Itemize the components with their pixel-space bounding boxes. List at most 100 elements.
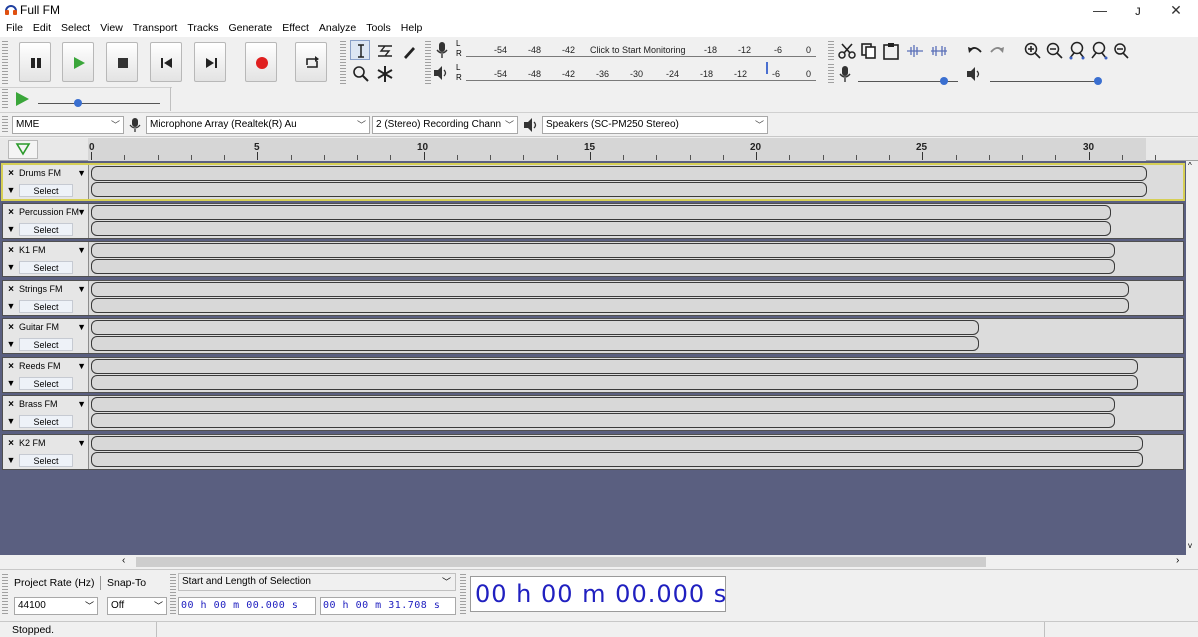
collapse-track-icon[interactable]: ▼ (5, 454, 17, 467)
track-name-menu[interactable]: Percussion FM ▼ (19, 206, 87, 219)
menu-tools[interactable]: Tools (361, 20, 396, 37)
snap-to-select[interactable]: Off ﹀ (107, 597, 167, 615)
recording-device-select[interactable]: Microphone Array (Realtek(R) Au ﹀ (146, 116, 370, 134)
paste-button[interactable] (880, 40, 900, 60)
time-toolbar-grip[interactable] (460, 574, 466, 616)
track-select-button[interactable]: Select (19, 261, 73, 274)
audio-track[interactable]: × Guitar FM ▼ ▼ Select (2, 318, 1184, 354)
track-select-button[interactable]: Select (19, 222, 73, 236)
track-name-menu[interactable]: Brass FM ▼ (19, 398, 87, 411)
record-button[interactable] (245, 42, 277, 82)
left-channel-waveform[interactable] (91, 320, 979, 335)
right-channel-waveform[interactable] (91, 451, 1143, 467)
close-track-icon[interactable]: × (5, 398, 17, 411)
audio-clip[interactable] (91, 397, 1115, 429)
scroll-down-icon[interactable]: v (1188, 541, 1192, 550)
track-select-button[interactable]: Select (19, 184, 73, 197)
track-control-panel[interactable]: × K2 FM ▼ ▼ Select (3, 434, 89, 469)
left-channel-waveform[interactable] (91, 204, 1111, 220)
menu-effect[interactable]: Effect (277, 20, 314, 37)
collapse-track-icon[interactable]: ▼ (5, 415, 17, 428)
menu-select[interactable]: Select (56, 20, 95, 37)
ruler-track-area[interactable] (88, 138, 1146, 161)
envelope-tool-button[interactable] (374, 40, 394, 60)
right-channel-waveform[interactable] (91, 297, 1129, 313)
close-track-icon[interactable]: × (5, 437, 17, 450)
close-track-icon[interactable]: × (5, 321, 17, 334)
track-name-menu[interactable]: K2 FM ▼ (19, 437, 87, 450)
left-channel-waveform[interactable] (91, 358, 1138, 374)
selection-start-time[interactable]: 00 h 00 m 00.000 s (178, 597, 316, 615)
zoom-in-button[interactable] (1022, 40, 1042, 60)
horizontal-scrollbar-thumb[interactable] (136, 557, 986, 567)
right-channel-waveform[interactable] (91, 336, 979, 351)
close-track-icon[interactable]: × (5, 167, 17, 180)
track-select-button[interactable]: Select (19, 338, 73, 351)
audio-clip[interactable] (91, 320, 979, 352)
multi-tool-button[interactable] (374, 63, 394, 83)
record-meter[interactable]: -54 -48 -42 Click to Start Monitoring -1… (466, 40, 816, 60)
track-select-button[interactable]: Select (19, 299, 73, 313)
track-name-menu[interactable]: Strings FM ▼ (19, 283, 87, 296)
close-button[interactable]: ✕ (1156, 0, 1196, 20)
collapse-track-icon[interactable]: ▼ (5, 377, 17, 390)
pause-button[interactable] (19, 42, 51, 82)
scroll-left-icon[interactable]: ‹ (122, 555, 125, 566)
menu-generate[interactable]: Generate (223, 20, 277, 37)
audio-track[interactable]: × K1 FM ▼ ▼ Select (2, 241, 1184, 277)
scroll-up-icon[interactable]: ^ (1188, 161, 1192, 170)
undo-button[interactable] (964, 40, 984, 60)
selection-mode-select[interactable]: Start and Length of Selection ﹀ (178, 573, 456, 591)
selection-toolbar-grip[interactable] (2, 574, 8, 616)
right-channel-waveform[interactable] (91, 413, 1115, 428)
menu-analyze[interactable]: Analyze (314, 20, 361, 37)
loop-button[interactable] (295, 42, 327, 82)
playback-volume-slider[interactable] (990, 81, 1098, 82)
left-channel-waveform[interactable] (91, 243, 1115, 258)
playback-device-select[interactable]: Speakers (SC-PM250 Stereo) ﹀ (542, 116, 768, 134)
menu-help[interactable]: Help (396, 20, 428, 37)
audio-clip[interactable] (91, 358, 1138, 391)
cut-button[interactable] (836, 40, 856, 60)
track-select-button[interactable]: Select (19, 415, 73, 428)
collapse-track-icon[interactable]: ▼ (5, 338, 17, 351)
menu-file[interactable]: File (0, 20, 28, 37)
audio-clip[interactable] (91, 166, 1147, 198)
close-track-icon[interactable]: × (5, 283, 17, 296)
zoom-tool-button[interactable] (350, 63, 370, 83)
tools-toolbar-grip[interactable] (340, 41, 346, 85)
project-rate-select[interactable]: 44100 ﹀ (14, 597, 98, 615)
right-channel-waveform[interactable] (91, 259, 1115, 274)
audio-track[interactable]: × Strings FM ▼ ▼ Select (2, 279, 1184, 316)
audio-clip[interactable] (91, 204, 1111, 237)
minimize-button[interactable]: — (1080, 0, 1120, 20)
close-track-icon[interactable]: × (5, 244, 17, 257)
vertical-scrollbar[interactable]: ^ v (1186, 161, 1198, 555)
zoom-toggle-button[interactable] (1110, 40, 1130, 60)
selection-mode-grip[interactable] (170, 574, 176, 616)
right-channel-waveform[interactable] (91, 374, 1138, 390)
menu-view[interactable]: View (95, 20, 128, 37)
track-select-button[interactable]: Select (19, 376, 73, 390)
track-control-panel[interactable]: × Reeds FM ▼ ▼ Select (3, 357, 89, 392)
horizontal-scrollbar[interactable]: ‹ › (0, 555, 1198, 569)
track-select-button[interactable]: Select (19, 453, 73, 467)
left-channel-waveform[interactable] (91, 166, 1147, 181)
audio-track[interactable]: × Brass FM ▼ ▼ Select (2, 395, 1184, 431)
redo-button[interactable] (986, 40, 1006, 60)
track-name-menu[interactable]: Reeds FM ▼ (19, 360, 87, 373)
track-control-panel[interactable]: × Brass FM ▼ ▼ Select (3, 396, 89, 430)
selection-length-time[interactable]: 00 h 00 m 31.708 s (320, 597, 456, 615)
menu-tracks[interactable]: Tracks (182, 20, 223, 37)
zoom-out-button[interactable] (1044, 40, 1064, 60)
fit-project-button[interactable] (1088, 40, 1108, 60)
play-button[interactable] (62, 42, 94, 82)
audio-clip[interactable] (91, 281, 1129, 314)
audio-clip[interactable] (91, 435, 1143, 468)
collapse-track-icon[interactable]: ▼ (5, 223, 17, 236)
track-control-panel[interactable]: × Strings FM ▼ ▼ Select (3, 280, 89, 315)
stop-button[interactable] (106, 42, 138, 82)
right-channel-waveform[interactable] (91, 182, 1147, 197)
playback-speed-thumb[interactable] (74, 99, 82, 107)
fit-selection-button[interactable] (1066, 40, 1086, 60)
